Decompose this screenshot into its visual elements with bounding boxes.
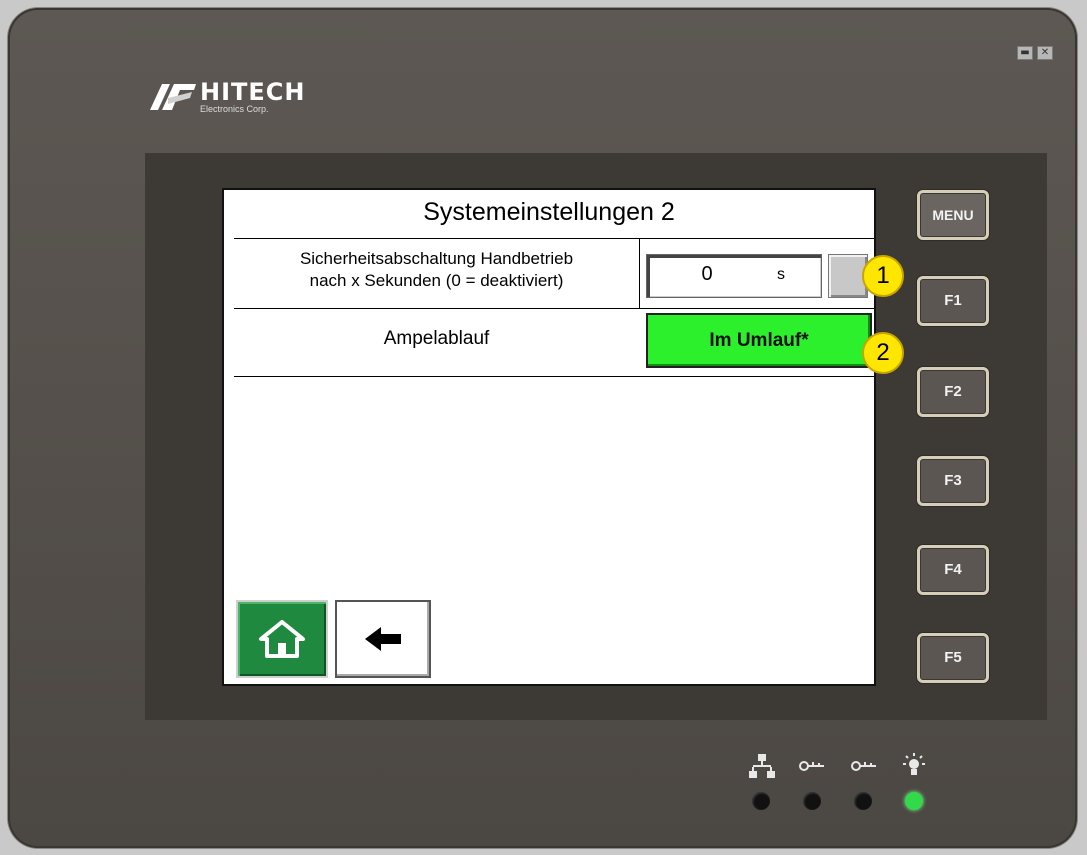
arrow-left-icon: [365, 627, 401, 651]
back-button[interactable]: [335, 600, 431, 678]
brand-logo: HITECH Electronics Corp.: [148, 80, 305, 114]
key-icon: [851, 761, 876, 771]
network-led: [752, 792, 770, 810]
seconds-value: 0: [701, 263, 713, 285]
f1-key[interactable]: F1: [917, 276, 989, 326]
key-led: [803, 792, 821, 810]
status-indicator-icons: [748, 752, 928, 782]
key-icon: [799, 761, 824, 771]
status-leds: [752, 792, 923, 810]
home-button[interactable]: [236, 600, 328, 678]
key-led: [854, 792, 872, 810]
minimize-icon[interactable]: ▬: [1017, 46, 1033, 60]
safety-shutdown-label-line1: Sicherheitsabschaltung Handbetrieb: [299, 249, 574, 268]
brand-subtitle: Electronics Corp.: [200, 104, 269, 114]
brand-name: HITECH: [200, 78, 306, 106]
callout-badge: 2: [862, 332, 904, 374]
f2-key[interactable]: F2: [917, 367, 989, 417]
menu-key[interactable]: MENU: [917, 190, 989, 240]
network-icon: [749, 754, 775, 778]
traffic-light-status-button[interactable]: Im Umlauf*: [646, 313, 872, 368]
hitech-logo-icon: [150, 84, 196, 110]
f5-key[interactable]: F5: [917, 633, 989, 683]
callout-badge: 1: [862, 255, 904, 297]
close-icon[interactable]: ✕: [1037, 46, 1053, 60]
divider: [639, 238, 640, 308]
power-led: [905, 792, 923, 810]
traffic-light-sequence-label: Ampelablauf: [383, 328, 490, 349]
safety-shutdown-label-line2: nach x Sekunden (0 = deaktiviert): [309, 271, 564, 290]
seconds-input[interactable]: 0 s: [646, 254, 822, 298]
divider: [234, 238, 874, 239]
divider: [234, 308, 874, 309]
window-controls: ▬ ✕: [1017, 46, 1053, 60]
page-title: Systemeinstellungen 2: [423, 198, 675, 226]
divider: [234, 376, 874, 377]
seconds-unit: s: [777, 266, 785, 283]
f4-key[interactable]: F4: [917, 545, 989, 595]
light-icon: [903, 753, 925, 775]
home-icon: [259, 620, 305, 658]
hmi-screen: Systemeinstellungen 2 Sicherheitsabschal…: [222, 188, 876, 686]
f3-key[interactable]: F3: [917, 456, 989, 506]
safety-shutdown-label: Sicherheitsabschaltung Handbetrieb nach …: [234, 248, 639, 292]
